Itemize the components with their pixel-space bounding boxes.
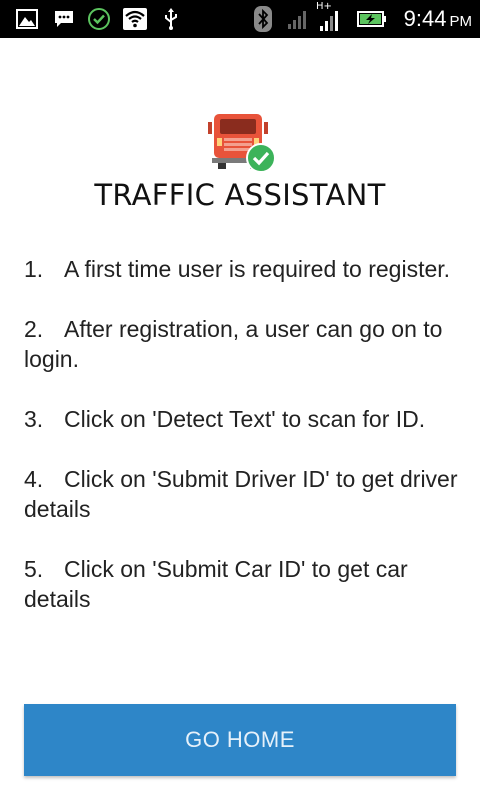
truck-check-icon xyxy=(206,110,278,176)
step-number: 1. xyxy=(24,256,44,282)
step-number: 5. xyxy=(24,556,44,582)
battery-charging-icon xyxy=(356,0,388,38)
message-icon xyxy=(52,0,76,38)
list-item: 3. Click on 'Detect Text' to scan for ID. xyxy=(24,404,464,434)
instructions-list: 1. A first time user is required to regis… xyxy=(24,254,464,644)
list-item: 5. Click on 'Submit Car ID' to get car de… xyxy=(24,554,464,614)
step-text: A first time user is required to registe… xyxy=(64,256,451,282)
go-home-button[interactable]: GO HOME xyxy=(24,704,456,776)
ampm-text: PM xyxy=(449,13,473,30)
step-number: 4. xyxy=(24,466,44,492)
step-text: Click on 'Submit Driver ID' to get drive… xyxy=(24,466,458,522)
list-item: 1. A first time user is required to regis… xyxy=(24,254,464,284)
list-item: 2. After registration, a user can go on t… xyxy=(24,314,464,374)
list-item: 4. Click on 'Submit Driver ID' to get dri… xyxy=(24,464,464,524)
step-text: After registration, a user can go on to … xyxy=(24,316,443,372)
bluetooth-icon xyxy=(251,0,275,38)
time-text: 9:44 xyxy=(403,6,447,31)
network-type-label: H+ xyxy=(316,1,332,12)
usb-icon xyxy=(160,0,182,38)
signal-icon xyxy=(285,0,311,38)
step-text: Click on 'Detect Text' to scan for ID. xyxy=(64,406,426,432)
step-number: 2. xyxy=(24,316,44,342)
app-title: TRAFFIC ASSISTANT xyxy=(94,178,386,212)
step-number: 3. xyxy=(24,406,44,432)
check-circle-icon xyxy=(86,0,112,38)
gallery-icon xyxy=(14,0,40,38)
status-clock: 9:44 PM xyxy=(404,0,472,38)
status-bar: H+ 9:44 PM xyxy=(0,0,480,38)
wifi-icon xyxy=(121,0,149,38)
step-text: Click on 'Submit Car ID' to get car deta… xyxy=(24,556,408,612)
